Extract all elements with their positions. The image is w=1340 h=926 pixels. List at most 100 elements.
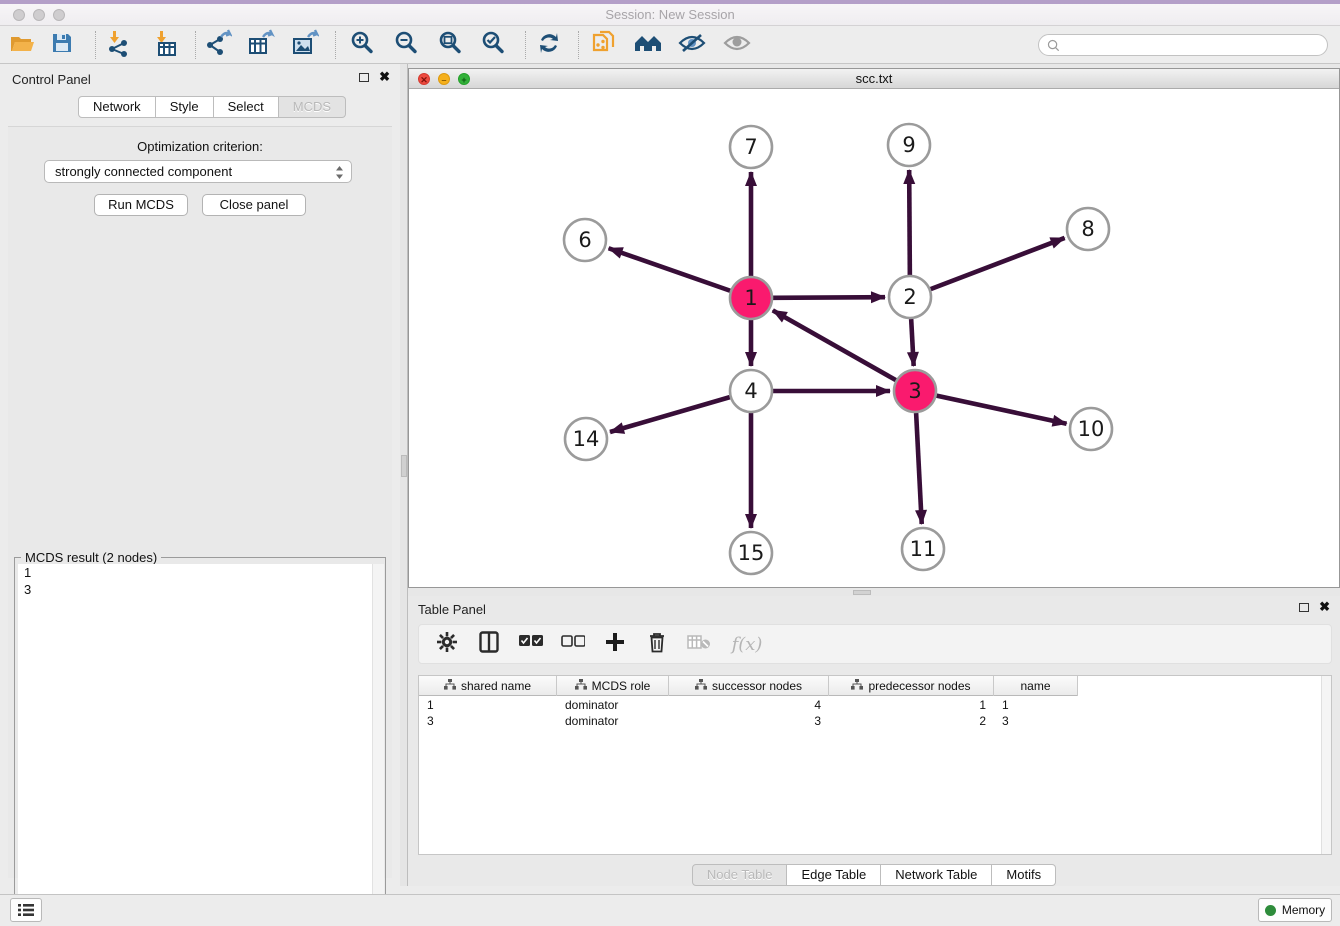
close-panel-icon[interactable]: ✖ [1319, 602, 1330, 612]
table-cell[interactable]: 1 [419, 697, 557, 713]
criterion-select[interactable]: strongly connected component [44, 160, 352, 183]
table-cell[interactable]: 1 [994, 697, 1078, 713]
run-mcds-button[interactable]: Run MCDS [94, 194, 188, 216]
tab-mcds[interactable]: MCDS [279, 96, 346, 118]
zoom-out-button[interactable] [389, 31, 423, 59]
result-scrollbar[interactable] [372, 564, 384, 926]
table-row[interactable]: 3dominator323 [419, 713, 1078, 729]
vertical-split-divider[interactable] [400, 64, 408, 886]
window-close-button[interactable] [13, 9, 25, 21]
divider-grip[interactable] [853, 590, 871, 595]
float-panel-icon[interactable] [359, 73, 369, 82]
divider-grip[interactable] [401, 455, 407, 477]
tab-node-table[interactable]: Node Table [692, 864, 788, 886]
edge-3-11[interactable] [916, 413, 922, 524]
task-history-button[interactable] [10, 898, 42, 922]
column-header-predecessor-nodes[interactable]: predecessor nodes [829, 676, 994, 696]
network-minimize-icon[interactable]: – [438, 73, 450, 85]
delete-rows-button[interactable] [643, 630, 671, 658]
edge-3-1[interactable] [773, 310, 896, 380]
zoom-in-button[interactable] [345, 31, 379, 59]
tab-network[interactable]: Network [78, 96, 156, 118]
graph-node-15[interactable]: 15 [730, 532, 772, 574]
tab-edge-table[interactable]: Edge Table [787, 864, 881, 886]
edge-1-6[interactable] [609, 248, 731, 290]
memory-button[interactable]: Memory [1258, 898, 1332, 922]
table-scrollbar[interactable] [1321, 676, 1331, 854]
table-cell[interactable]: 2 [829, 713, 994, 729]
node-table[interactable]: shared nameMCDS rolesuccessor nodesprede… [418, 675, 1332, 855]
zoom-fit-button[interactable] [433, 31, 467, 59]
column-header-MCDS-role[interactable]: MCDS role [557, 676, 669, 696]
table-cell[interactable]: 3 [419, 713, 557, 729]
edge-1-2[interactable] [773, 297, 885, 298]
search-input[interactable] [1038, 34, 1328, 56]
first-neighbors-button[interactable] [631, 31, 665, 59]
add-row-button[interactable] [601, 630, 629, 658]
tab-network-table[interactable]: Network Table [881, 864, 992, 886]
network-canvas[interactable]: 7 9 6 8 1 2 4 3 14 10 15 11 [409, 89, 1339, 587]
column-header-shared-name[interactable]: shared name [419, 676, 557, 696]
edge-3-10[interactable] [937, 396, 1067, 424]
table-cell[interactable]: 3 [994, 713, 1078, 729]
export-image-button[interactable] [288, 31, 322, 59]
graph-node-9[interactable]: 9 [888, 124, 930, 166]
copy-network-button[interactable] [587, 31, 621, 59]
network-zoom-icon[interactable]: + [458, 73, 470, 85]
refresh-layout-button[interactable] [532, 31, 566, 59]
graph-node-11[interactable]: 11 [902, 528, 944, 570]
graph-node-1[interactable]: 1 [730, 277, 772, 319]
column-header-successor-nodes[interactable]: successor nodes [669, 676, 829, 696]
close-panel-icon[interactable]: ✖ [379, 72, 390, 82]
toggle-columns-button[interactable] [475, 630, 503, 658]
tab-select[interactable]: Select [214, 96, 279, 118]
table-row[interactable]: 1dominator411 [419, 697, 1078, 713]
edge-2-8[interactable] [931, 238, 1065, 289]
table-settings-button[interactable] [433, 630, 461, 658]
table-cell[interactable]: 4 [669, 697, 829, 713]
save-session-button[interactable] [45, 31, 79, 59]
table-cell[interactable]: 1 [829, 697, 994, 713]
control-panel-tabs: NetworkStyleSelectMCDS [78, 96, 346, 118]
import-table-button[interactable] [148, 31, 182, 59]
select-all-rows-button[interactable] [517, 630, 545, 658]
graph-node-2[interactable]: 2 [889, 276, 931, 318]
import-network-button[interactable] [101, 31, 135, 59]
hide-selected-button[interactable] [675, 31, 709, 59]
zoom-selected-button[interactable] [476, 31, 510, 59]
graph-node-8[interactable]: 8 [1067, 208, 1109, 250]
show-all-button[interactable] [720, 31, 754, 59]
horizontal-split-divider[interactable] [408, 588, 1340, 596]
export-network-button[interactable] [201, 31, 235, 59]
network-graph[interactable]: 7 9 6 8 1 2 4 3 14 10 15 11 [409, 89, 1339, 587]
mcds-result-list[interactable]: 13 [18, 564, 384, 926]
network-window-titlebar[interactable]: ✕ – + scc.txt [409, 69, 1339, 89]
add-row-icon [605, 632, 625, 657]
edge-2-3[interactable] [911, 319, 914, 366]
float-panel-icon[interactable] [1299, 603, 1309, 612]
column-header-name[interactable]: name [994, 676, 1078, 696]
node-label: 10 [1078, 417, 1105, 441]
graph-node-10[interactable]: 10 [1070, 408, 1112, 450]
search-icon [1047, 39, 1060, 52]
graph-node-14[interactable]: 14 [565, 418, 607, 460]
tab-motifs[interactable]: Motifs [992, 864, 1056, 886]
graph-node-6[interactable]: 6 [564, 219, 606, 261]
graph-node-4[interactable]: 4 [730, 370, 772, 412]
open-file-button[interactable] [5, 31, 39, 59]
tab-style[interactable]: Style [156, 96, 214, 118]
window-zoom-button[interactable] [53, 9, 65, 21]
column-type-icon [444, 679, 456, 693]
close-panel-button[interactable]: Close panel [202, 194, 306, 216]
deselect-all-rows-button[interactable] [559, 630, 587, 658]
table-cell[interactable]: 3 [669, 713, 829, 729]
table-cell[interactable]: dominator [557, 713, 669, 729]
table-cell[interactable]: dominator [557, 697, 669, 713]
edge-4-14[interactable] [610, 397, 730, 432]
window-minimize-button[interactable] [33, 9, 45, 21]
export-table-button[interactable] [244, 31, 278, 59]
edge-2-9[interactable] [909, 170, 910, 275]
graph-node-3[interactable]: 3 [894, 370, 936, 412]
graph-node-7[interactable]: 7 [730, 126, 772, 168]
network-close-icon[interactable]: ✕ [418, 73, 430, 85]
